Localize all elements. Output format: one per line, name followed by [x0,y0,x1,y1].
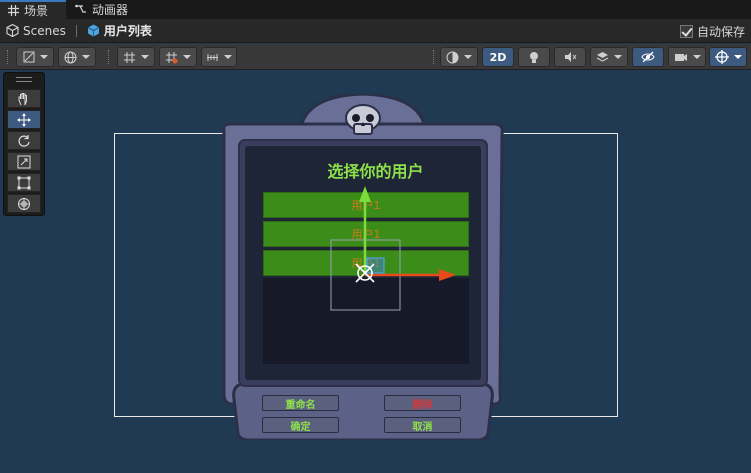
user-row-label: 用户1 [351,199,381,212]
chevron-down-icon [614,55,622,59]
global-local-dropdown[interactable] [58,47,96,67]
shading-sphere-icon [446,51,459,63]
lighting-toggle[interactable] [518,47,550,67]
dialog-title: 选择你的用户 [327,162,424,181]
snap-grid-icon [166,51,178,63]
audio-toggle[interactable] [554,47,586,67]
shading-mode-dropdown[interactable] [440,47,478,67]
increment-snap-dropdown[interactable] [201,47,237,67]
prefab-cube-icon [87,24,101,38]
2d-mode-toggle[interactable]: 2D [482,47,514,67]
unity-scene-view: 场景 动画器 Scenes 用户列表 自动保存 2D 选择你的用户 用户1 用户… [0,0,751,473]
gizmo-icon [714,50,729,64]
toolbar-grip [108,50,110,64]
autosave-toggle[interactable]: 自动保存 [679,23,745,40]
unity-logo-icon [6,23,20,38]
pivot-grid-icon [124,51,135,63]
move-arrows-icon [17,112,31,127]
delete-label: 删除 [412,399,433,411]
grid-icon [6,4,20,18]
autosave-label: 自动保存 [696,25,745,39]
chevron-down-icon [224,55,232,59]
confirm-button[interactable]: 确定 [262,417,339,433]
tab-animator[interactable]: 动画器 [68,0,138,19]
tab-scene[interactable]: 场景 [0,0,66,19]
breadcrumb-separator [75,24,77,37]
confirm-label: 确定 [290,421,311,433]
chevron-down-icon [183,55,191,59]
breadcrumb-label: 用户列表 [103,24,152,38]
chevron-down-icon [39,55,48,59]
gizmos-dropdown[interactable] [709,47,747,67]
layers-icon [596,52,609,62]
transform-icon [18,197,30,210]
user-row[interactable]: 用户1 [263,221,469,247]
hand-icon [18,92,27,105]
2d-label: 2D [489,50,507,64]
user-row-label: 用户1 [351,228,381,241]
toolbar-grip [7,50,9,64]
draw-mode-icon [23,51,34,63]
chevron-down-icon [733,55,742,59]
tab-label: 动画器 [92,3,129,17]
autosave-checkbox[interactable] [679,25,693,38]
draw-mode-dropdown[interactable] [16,47,54,67]
palette-drag-handle[interactable] [16,77,32,82]
rotate-tool-button[interactable] [7,131,41,150]
eye-hidden-icon [641,51,655,63]
transform-tool-button[interactable] [7,194,41,213]
snap-dropdown[interactable] [159,47,197,67]
user-row[interactable]: 用户1 [263,250,469,276]
effects-dropdown[interactable] [590,47,628,67]
hand-tool-button[interactable] [7,89,41,108]
toolbar-grip [433,50,435,64]
animator-icon [74,3,88,17]
user-row-label: 用户1 [351,257,381,270]
ruler-icon [207,53,218,61]
user-row[interactable]: 用户1 [263,192,469,218]
chevron-down-icon [141,55,149,59]
rotate-icon [18,134,30,147]
chevron-down-icon [464,55,472,59]
chevron-down-icon [692,55,701,59]
camera-dropdown[interactable] [668,47,706,67]
move-tool-button[interactable] [7,110,41,129]
rename-label: 重命名 [285,399,316,411]
breadcrumb-scenes[interactable]: Scenes [0,23,66,38]
breadcrumb-prefab[interactable]: 用户列表 [87,22,152,39]
breadcrumb: Scenes 用户列表 自动保存 [0,19,751,43]
pivot-dropdown[interactable] [117,47,155,67]
scene-toolbar: 2D [0,44,751,70]
cancel-label: 取消 [412,421,433,433]
editor-tab-bar: 场景 动画器 [0,0,751,19]
rename-button[interactable]: 重命名 [262,395,339,411]
speaker-muted-icon [564,52,576,62]
globe-icon [64,51,77,63]
camera-icon [674,53,687,61]
visibility-toggle[interactable] [632,47,664,67]
lightbulb-icon [530,51,538,63]
delete-button[interactable]: 删除 [384,395,461,411]
chevron-down-icon [82,55,90,59]
cancel-button[interactable]: 取消 [384,417,461,433]
tools-palette [3,72,45,216]
tab-label: 场景 [24,4,49,18]
breadcrumb-label: Scenes [23,23,66,38]
